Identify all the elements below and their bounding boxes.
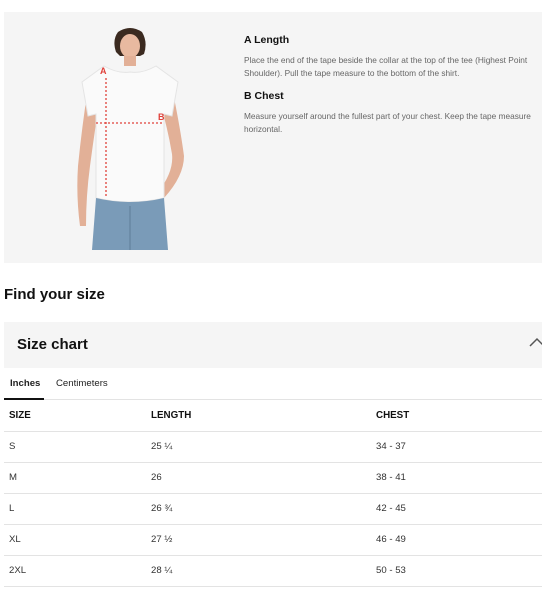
table-row: 2XL 28 ¼ 50 - 53 bbox=[4, 555, 542, 587]
chest-measure-description: Measure yourself around the fullest part… bbox=[244, 111, 531, 134]
table-row: M 26 38 - 41 bbox=[4, 462, 542, 494]
length-cell: 25 ¼ bbox=[146, 431, 371, 463]
chest-measure-title: B Chest bbox=[244, 90, 284, 102]
chest-cell: 34 - 37 bbox=[371, 431, 542, 463]
chest-cell: 42 - 45 bbox=[371, 493, 542, 525]
chevron-up-icon[interactable] bbox=[528, 336, 542, 350]
length-cell: 28 ¼ bbox=[146, 555, 371, 587]
table-row: S 25 ¼ 34 - 37 bbox=[4, 431, 542, 463]
unit-tabs: Inches Centimeters bbox=[4, 372, 542, 400]
chest-cell: 38 - 41 bbox=[371, 462, 542, 494]
size-cell: 2XL bbox=[4, 555, 146, 587]
size-cell: L bbox=[4, 493, 146, 525]
find-your-size-heading: Find your size bbox=[4, 286, 105, 303]
length-cell: 27 ½ bbox=[146, 524, 371, 556]
tab-inches[interactable]: Inches bbox=[10, 378, 40, 389]
measurement-guide-panel: A B A Length Place the end of the tape b… bbox=[4, 12, 542, 263]
column-header-size: SIZE bbox=[4, 400, 146, 432]
marker-a: A bbox=[100, 66, 107, 76]
length-cell: 26 bbox=[146, 462, 371, 494]
size-chart-accordion-header[interactable]: Size chart bbox=[4, 322, 542, 368]
measurement-instructions: A Length Place the end of the tape besid… bbox=[244, 34, 540, 146]
size-chart-title: Size chart bbox=[17, 336, 88, 353]
table-header-row: SIZE LENGTH CHEST bbox=[4, 400, 542, 432]
table-row: XL 27 ½ 46 - 49 bbox=[4, 524, 542, 556]
marker-b: B bbox=[158, 112, 165, 122]
chest-cell: 46 - 49 bbox=[371, 524, 542, 556]
length-cell: 26 ¾ bbox=[146, 493, 371, 525]
size-table: SIZE LENGTH CHEST S 25 ¼ 34 - 37 M 26 38… bbox=[4, 400, 542, 587]
chest-cell: 50 - 53 bbox=[371, 555, 542, 587]
size-cell: XL bbox=[4, 524, 146, 556]
tab-centimeters[interactable]: Centimeters bbox=[56, 378, 108, 389]
size-cell: S bbox=[4, 431, 146, 463]
size-cell: M bbox=[4, 462, 146, 494]
length-measure-description: Place the end of the tape beside the col… bbox=[244, 55, 528, 78]
column-header-chest: CHEST bbox=[371, 400, 542, 432]
table-row: L 26 ¾ 42 - 45 bbox=[4, 493, 542, 525]
column-header-length: LENGTH bbox=[146, 400, 371, 432]
model-tshirt-image: A B bbox=[77, 28, 184, 250]
length-measure-title: A Length bbox=[244, 34, 290, 46]
